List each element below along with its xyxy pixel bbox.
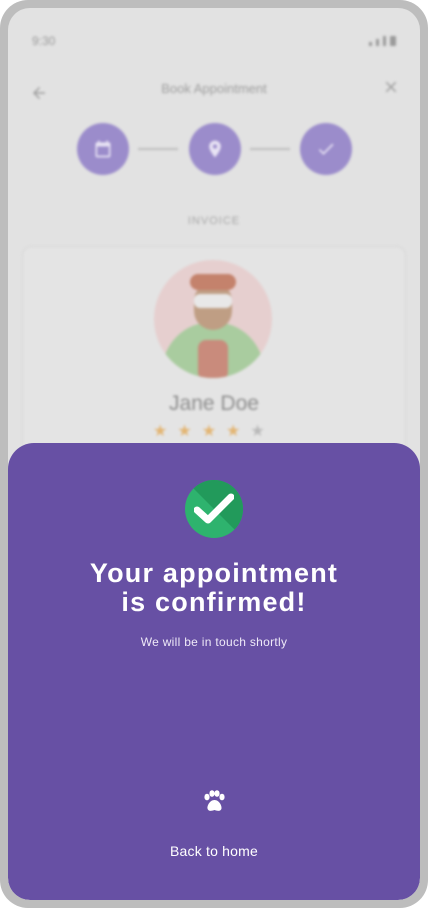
step-date <box>77 123 129 175</box>
confirmation-sheet: Your appointment is confirmed! We will b… <box>8 443 420 900</box>
calendar-icon <box>95 140 111 158</box>
check-icon <box>318 143 334 155</box>
avatar <box>154 260 272 378</box>
status-icons <box>369 36 396 46</box>
star-icon: ★ <box>250 423 265 440</box>
location-pin-icon <box>209 140 221 158</box>
step-confirm <box>300 123 352 175</box>
battery-icon <box>390 36 396 46</box>
rating-stars: ★ ★ ★ ★ ★ <box>153 424 265 440</box>
star-icon: ★ <box>226 423 241 440</box>
back-to-home-button[interactable]: Back to home <box>148 841 280 861</box>
device-frame: 9:30 Book Appointment INVOICE Jane Doe ★… <box>0 0 428 908</box>
step-connector <box>138 148 178 150</box>
confirmation-title-line2: is confirmed! <box>121 587 307 617</box>
page-title: Book Appointment <box>161 81 267 96</box>
groomer-name: Jane Doe <box>169 392 259 415</box>
star-icon: ★ <box>201 423 217 440</box>
checkmark-circle-icon <box>185 480 243 538</box>
step-connector <box>250 148 290 150</box>
confirmation-title-line1: Your appointment <box>89 558 339 588</box>
signal-icon <box>376 39 379 46</box>
status-time: 9:30 <box>32 34 56 48</box>
section-label: INVOICE <box>187 215 241 227</box>
phone-screen: 9:30 Book Appointment INVOICE Jane Doe ★… <box>8 8 420 900</box>
confirmation-subtitle: We will be in touch shortly <box>140 635 288 649</box>
star-icon: ★ <box>177 423 192 440</box>
star-icon: ★ <box>153 423 168 440</box>
signal-icon <box>383 36 386 46</box>
confirmation-title: Your appointment is confirmed! <box>8 559 420 617</box>
paw-icon <box>204 790 225 811</box>
step-location <box>189 123 241 175</box>
close-icon[interactable] <box>382 78 400 101</box>
signal-icon <box>369 42 372 46</box>
